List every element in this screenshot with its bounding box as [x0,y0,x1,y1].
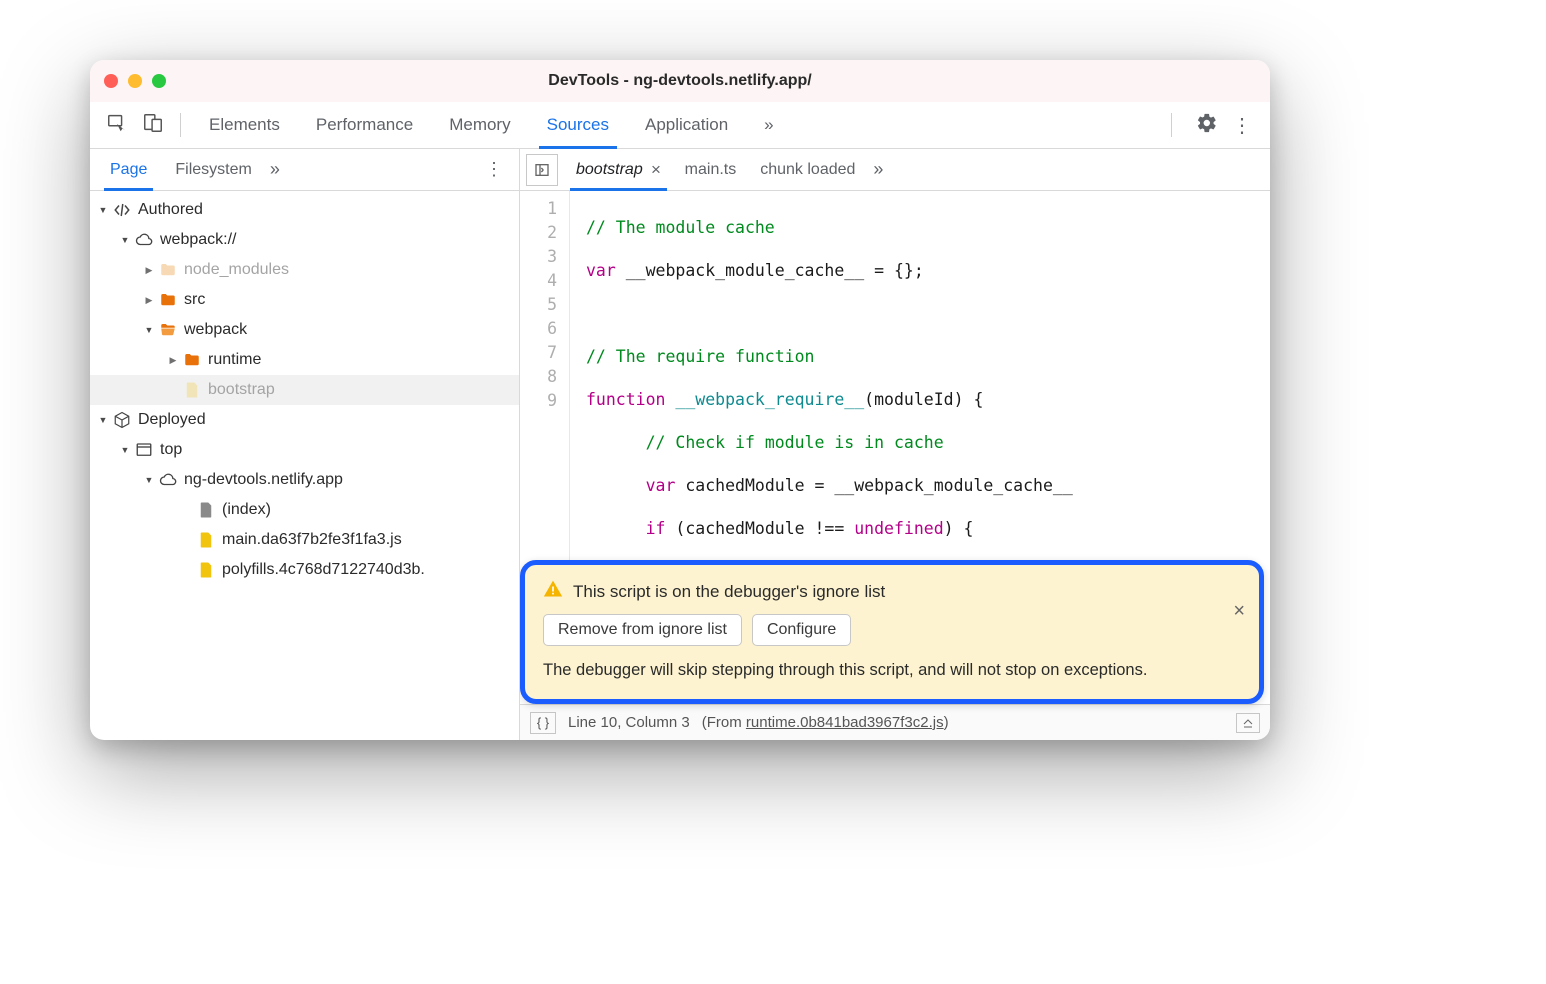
tree-runtime[interactable]: runtime [90,345,519,375]
content-area: Page Filesystem » ⋮ Authored webpack:// [90,149,1270,740]
cursor-position: Line 10, Column 3 [568,714,690,731]
tree-authored[interactable]: Authored [90,195,519,225]
js-file-icon [196,560,216,580]
tab-performance[interactable]: Performance [298,102,431,148]
maximize-window-button[interactable] [152,74,166,88]
tree-label: src [184,291,205,309]
file-icon [182,380,202,400]
divider [180,113,181,137]
tree-bootstrap[interactable]: bootstrap [90,375,519,405]
warning-title: This script is on the debugger's ignore … [573,582,885,602]
folder-icon [158,260,178,280]
cloud-icon [158,470,178,490]
tree-label: webpack:// [160,231,236,249]
ignore-list-warning: × This script is on the debugger's ignor… [520,560,1264,704]
editor-tab-chunk-loaded[interactable]: chunk loaded [748,149,867,190]
tree-index[interactable]: (index) [90,495,519,525]
tree-label: webpack [184,321,247,339]
editor-tab-label: bootstrap [576,161,643,179]
tab-elements[interactable]: Elements [191,102,298,148]
toggle-drawer-icon[interactable] [1236,713,1260,733]
editor-tabs-overflow-icon[interactable]: » [873,159,883,180]
editor-tab-main-ts[interactable]: main.ts [673,149,749,190]
tree-host[interactable]: ng-devtools.netlify.app [90,465,519,495]
remove-from-ignore-list-button[interactable]: Remove from ignore list [543,614,742,646]
folder-icon [158,290,178,310]
minimize-window-button[interactable] [128,74,142,88]
tab-sources[interactable]: Sources [529,102,627,148]
cloud-icon [134,230,154,250]
panel-tabs: Elements Performance Memory Sources Appl… [191,102,792,148]
editor-tab-label: main.ts [685,161,737,179]
tree-label: runtime [208,351,261,369]
sidebar-tab-page[interactable]: Page [96,149,161,190]
tree-label: ng-devtools.netlify.app [184,471,343,489]
tree-label: (index) [222,501,271,519]
editor-pane: bootstrap × main.ts chunk loaded » 12345… [520,149,1270,740]
close-warning-icon[interactable]: × [1233,600,1245,623]
source-from-link[interactable]: runtime.0b841bad3967f3c2.js [746,714,944,731]
sidebar-tabs: Page Filesystem » ⋮ [90,149,519,191]
tree-top[interactable]: top [90,435,519,465]
device-toggle-icon[interactable] [142,112,164,139]
warning-description: The debugger will skip stepping through … [543,658,1209,683]
tree-label: main.da63f7b2fe3f1fa3.js [222,531,402,549]
sidebar-tabs-overflow-icon[interactable]: » [270,159,280,180]
close-window-button[interactable] [104,74,118,88]
tree-label: Deployed [138,411,206,429]
source-from: (From runtime.0b841bad3967f3c2.js) [702,714,949,731]
editor-tab-label: chunk loaded [760,161,855,179]
titlebar: DevTools - ng-devtools.netlify.app/ [90,60,1270,102]
devtools-window: DevTools - ng-devtools.netlify.app/ Elem… [90,60,1270,740]
folder-open-icon [158,320,178,340]
tabs-overflow-icon[interactable]: » [746,102,791,148]
inspect-element-icon[interactable] [106,112,128,139]
tree-label: bootstrap [208,381,275,399]
tree-webpack-folder[interactable]: webpack [90,315,519,345]
js-file-icon [196,530,216,550]
kebab-menu-icon[interactable]: ⋮ [1232,113,1252,138]
configure-button[interactable]: Configure [752,614,851,646]
editor-tabs: bootstrap × main.ts chunk loaded » [520,149,1270,191]
sidebar-kebab-icon[interactable]: ⋮ [475,159,513,180]
tree-label: Authored [138,201,203,219]
tree-mainjs[interactable]: main.da63f7b2fe3f1fa3.js [90,525,519,555]
warning-triangle-icon [543,579,563,604]
code-icon [112,200,132,220]
tree-node-modules[interactable]: node_modules [90,255,519,285]
close-tab-icon[interactable]: × [651,160,661,180]
package-icon [112,410,132,430]
tree-src[interactable]: src [90,285,519,315]
tree-label: top [160,441,182,459]
frame-icon [134,440,154,460]
file-tree: Authored webpack:// node_modules src [90,191,519,740]
tree-webpack-scheme[interactable]: webpack:// [90,225,519,255]
pretty-print-button[interactable]: { } [530,712,556,734]
main-toolbar: Elements Performance Memory Sources Appl… [90,102,1270,149]
sources-sidebar: Page Filesystem » ⋮ Authored webpack:// [90,149,520,740]
window-title: DevTools - ng-devtools.netlify.app/ [90,72,1270,90]
traffic-lights [104,74,166,88]
settings-gear-icon[interactable] [1196,112,1218,139]
editor-statusbar: { } Line 10, Column 3 (From runtime.0b84… [520,704,1270,740]
editor-tab-bootstrap[interactable]: bootstrap × [564,149,673,190]
tab-memory[interactable]: Memory [431,102,528,148]
folder-icon [182,350,202,370]
tree-label: node_modules [184,261,289,279]
file-icon [196,500,216,520]
navigator-toggle-icon[interactable] [526,154,558,186]
tree-deployed[interactable]: Deployed [90,405,519,435]
tree-polyfills[interactable]: polyfills.4c768d7122740d3b. [90,555,519,585]
tab-application[interactable]: Application [627,102,746,148]
divider [1171,113,1172,137]
tree-label: polyfills.4c768d7122740d3b. [222,561,425,579]
sidebar-tab-filesystem[interactable]: Filesystem [161,149,265,190]
